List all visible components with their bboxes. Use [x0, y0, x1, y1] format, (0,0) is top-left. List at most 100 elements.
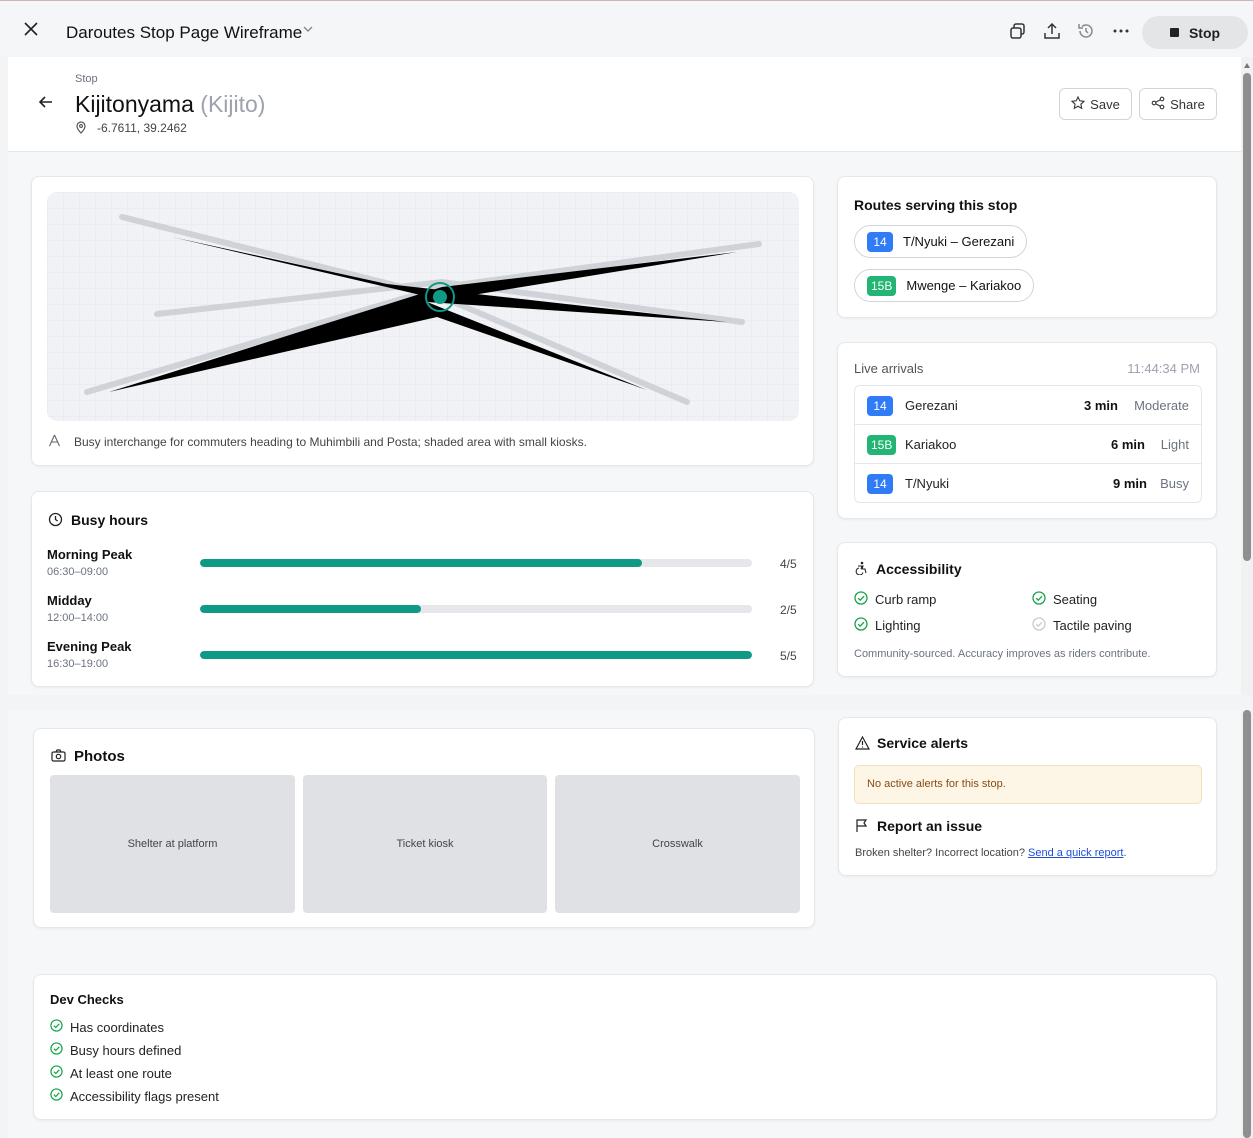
route-name: Mwenge – Kariakoo [906, 278, 1022, 293]
dev-checks-title: Dev Checks [50, 992, 124, 1007]
report-end: . [1123, 847, 1127, 859]
crowd-level: Moderate [1134, 398, 1189, 413]
eyebrow-label: Stop [75, 73, 98, 85]
accessibility-note: Community-sourced. Accuracy improves as … [854, 648, 1151, 660]
busy-row-time: 06:30–09:00 [47, 566, 109, 578]
route-badge: 14 [867, 474, 893, 494]
stop-alias: (Kijito) [200, 91, 266, 117]
arrival-row[interactable]: 14 Gerezani 3 min Moderate [855, 386, 1201, 425]
accessibility-label: Lighting [875, 618, 921, 633]
accessibility-label: Seating [1053, 592, 1098, 607]
stop-page-top: Stop Kijitonyama (Kijito) -6.7611, 39.24… [8, 57, 1241, 695]
copy-icon[interactable] [1008, 21, 1028, 41]
check-circle-muted-icon [1032, 617, 1046, 634]
coordinates: -6.7611, 39.2462 [97, 121, 187, 135]
report-text: Broken shelter? Incorrect location? Send… [855, 847, 1127, 859]
arrivals-title: Live arrivals [854, 361, 924, 376]
flag-icon [855, 818, 869, 838]
scrollbar-thumb[interactable] [1243, 710, 1251, 1138]
busy-row-bar [200, 651, 752, 659]
photo-tile[interactable]: Ticket kiosk [303, 775, 547, 913]
dev-check-label: Busy hours defined [70, 1042, 182, 1058]
close-icon[interactable] [24, 21, 42, 39]
busy-row-score: 2/5 [780, 603, 797, 617]
photos-title: Photos [74, 748, 125, 765]
crowd-level: Light [1160, 437, 1189, 452]
arrival-row[interactable]: 14 T/Nyuki 9 min Busy [855, 464, 1201, 502]
live-arrivals-card: Live arrivals 11:44:34 PM 14 Gerezani 3 … [837, 342, 1217, 519]
stop-name: Kijitonyama [75, 91, 194, 117]
location-pin-icon [75, 121, 87, 139]
dev-check-item: Accessibility flags present [50, 1088, 219, 1104]
report-title: Report an issue [877, 818, 983, 834]
dev-checks-card: Dev Checks Has coordinates Busy hours de… [33, 974, 1217, 1120]
busy-row-time: 16:30–19:00 [47, 658, 109, 670]
stop-page-bottom: Photos Shelter at platform Ticket kiosk … [8, 710, 1241, 1138]
save-button-label: Save [1090, 96, 1120, 112]
history-icon[interactable] [1076, 21, 1096, 41]
stop-button-label: Stop [1188, 24, 1221, 41]
stop-header: Stop Kijitonyama (Kijito) -6.7611, 39.24… [8, 57, 1241, 152]
stop-icon [1169, 28, 1179, 37]
stop-map[interactable] [47, 192, 799, 421]
check-circle-icon [854, 591, 868, 608]
warning-icon [854, 735, 871, 755]
photos-card: Photos Shelter at platform Ticket kiosk … [33, 728, 815, 928]
landmark-icon [48, 434, 61, 452]
stop-button[interactable]: Stop [1142, 16, 1248, 49]
share-button[interactable]: Share [1139, 88, 1217, 120]
busy-hours-card: Busy hours Morning Peak 06:30–09:00 4/5 … [31, 491, 814, 687]
busy-hours-title: Busy hours [71, 512, 149, 528]
dev-check-item: Has coordinates [50, 1019, 164, 1035]
upload-icon[interactable] [1042, 21, 1062, 41]
check-circle-icon [1032, 591, 1046, 608]
check-circle-icon [50, 1042, 63, 1058]
window-title: Daroutes Stop Page Wireframe [66, 23, 303, 42]
dev-check-item: Busy hours defined [50, 1042, 181, 1058]
arrivals-list: 14 Gerezani 3 min Moderate 15B Kariakoo … [854, 385, 1202, 503]
accessibility-label: Tactile paving [1053, 618, 1132, 633]
scroll-up-arrow-icon[interactable] [1244, 63, 1250, 68]
map-card: Busy interchange for commuters heading t… [31, 176, 814, 466]
busy-row-bar [200, 605, 752, 613]
report-question: Broken shelter? Incorrect location? [855, 847, 1025, 859]
share-button-label: Share [1170, 96, 1205, 112]
routes-title: Routes serving this stop [854, 197, 1018, 213]
photo-tile[interactable]: Crosswalk [555, 775, 800, 913]
arrival-eta: 3 min [1084, 398, 1118, 413]
accessibility-label: Curb ramp [875, 592, 937, 607]
chevron-down-icon[interactable] [302, 23, 314, 38]
crowd-level: Busy [1160, 476, 1189, 491]
accessibility-icon [854, 561, 868, 580]
dev-check-label: Has coordinates [70, 1019, 164, 1035]
route-badge: 14 [867, 396, 893, 416]
check-circle-icon [50, 1065, 63, 1081]
dev-check-label: Accessibility flags present [70, 1088, 219, 1104]
save-button[interactable]: Save [1059, 88, 1132, 120]
route-badge: 15B [867, 435, 897, 455]
star-icon [1070, 95, 1086, 113]
photo-tile[interactable]: Shelter at platform [50, 775, 295, 913]
arrival-row[interactable]: 15B Kariakoo 6 min Light [855, 425, 1201, 464]
back-arrow-icon[interactable] [38, 94, 54, 115]
busy-row-bar [200, 559, 752, 567]
accessibility-card: Accessibility Curb ramp Seating Lighting… [837, 542, 1217, 677]
clock-icon [48, 512, 63, 532]
more-icon[interactable] [1111, 21, 1131, 41]
window-toolbar: Daroutes Stop Page Wireframe Stop [0, 0, 1253, 57]
route-badge: 14 [867, 231, 893, 252]
quick-report-link[interactable]: Send a quick report [1028, 847, 1123, 859]
camera-icon [51, 749, 66, 767]
arrival-eta: 9 min [1113, 476, 1147, 491]
route-pill[interactable]: 14 T/Nyuki – Gerezani [854, 225, 1028, 258]
scrollbar-bottom[interactable] [1241, 710, 1253, 1138]
accessibility-title: Accessibility [876, 561, 962, 577]
busy-row-label: Evening Peak [47, 639, 132, 654]
scrollbar-thumb[interactable] [1243, 73, 1251, 561]
scrollbar-top[interactable] [1241, 57, 1253, 695]
busy-row-score: 4/5 [780, 557, 797, 571]
route-pill[interactable]: 15B Mwenge – Kariakoo [854, 269, 1035, 302]
accessibility-item: Curb ramp [854, 591, 936, 608]
route-name: T/Nyuki – Gerezani [903, 234, 1015, 249]
share-icon [1151, 96, 1165, 113]
